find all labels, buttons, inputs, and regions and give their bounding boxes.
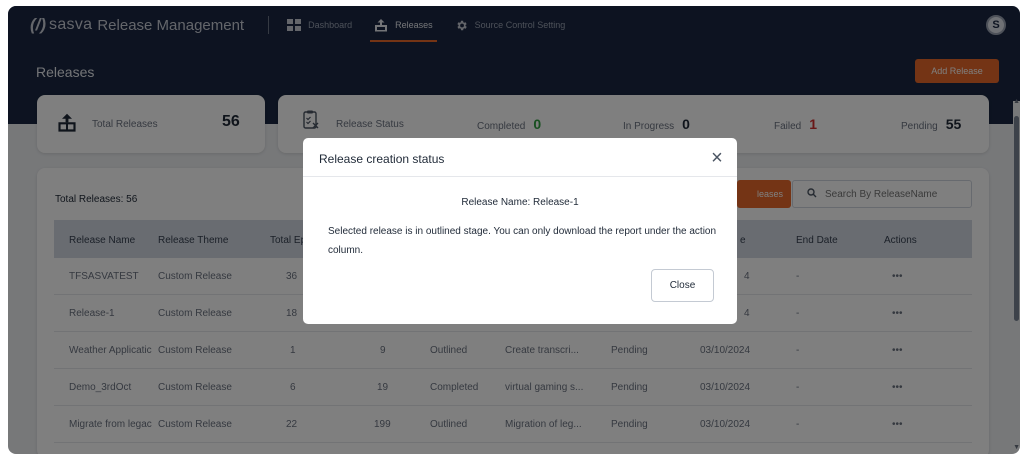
dialog-title: Release creation status [319, 152, 445, 166]
dialog-message: Selected release is in outlined stage. Y… [328, 226, 717, 256]
close-icon[interactable]: × [707, 148, 727, 168]
screen: (/) sasva Release Management Dashboard R… [0, 0, 1027, 457]
dialog-divider [303, 176, 737, 177]
release-status-dialog: Release creation status × Release Name: … [303, 138, 737, 324]
close-button[interactable]: Close [651, 269, 714, 302]
app-window: (/) sasva Release Management Dashboard R… [8, 6, 1020, 454]
dialog-release-name: Release Name: Release-1 [461, 197, 579, 208]
